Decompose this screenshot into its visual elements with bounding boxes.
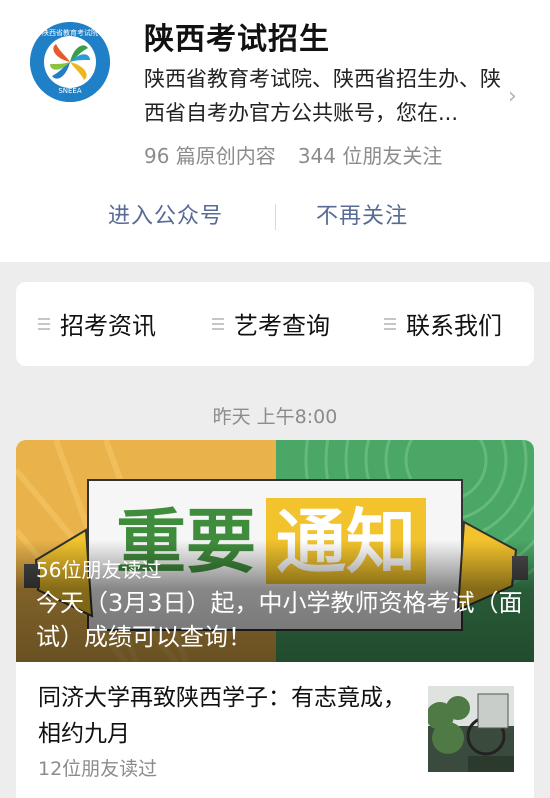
original-count: 96 篇原创内容 [144, 144, 276, 168]
menu-item-admissions-news[interactable]: 招考资讯 [38, 306, 156, 341]
menu-icon [38, 315, 50, 333]
unfollow-button[interactable]: 不再关注 [316, 198, 408, 230]
feed-date: 昨天 上午8:00 [212, 406, 338, 428]
second-article-reads: 12位朋友读过 [38, 758, 158, 780]
menu-item-label: 招考资讯 [60, 312, 156, 340]
follower-count: 344 位朋友关注 [297, 144, 443, 168]
logo-text-top: 陕西省教育考试院 [42, 28, 98, 37]
account-actions: 进入公众号 不再关注 [0, 192, 550, 238]
account-profile-card[interactable]: SNEEA 陕西省教育考试院 陕西考试招生 陕西省教育考试院、陕西省招生办、陕西… [0, 0, 550, 262]
main-article-title[interactable]: 今天（3月3日）起，中小学教师资格考试（面试）成绩可以查询！ [36, 586, 526, 654]
account-menu-bar: 招考资讯 艺考查询 联系我们 [16, 282, 534, 366]
article-card: 重要 通知 56位朋友读过 今天（3月3日）起，中小学教师资格考试（面试）成绩可… [16, 440, 534, 798]
main-article-reads: 56位朋友读过 [36, 558, 162, 582]
menu-icon [384, 315, 396, 333]
divider [275, 204, 276, 230]
account-name: 陕西考试招生 [144, 22, 330, 57]
menu-icon [212, 315, 224, 333]
second-article-thumbnail[interactable] [428, 686, 514, 772]
account-description: 陕西省教育考试院、陕西省招生办、陕西省自考办官方公共账号，您在... [144, 67, 501, 125]
main-article-cover[interactable]: 重要 通知 56位朋友读过 今天（3月3日）起，中小学教师资格考试（面试）成绩可… [16, 440, 534, 662]
menu-item-label: 联系我们 [406, 312, 502, 340]
menu-item-art-exam-query[interactable]: 艺考查询 [212, 306, 330, 341]
menu-item-label: 艺考查询 [234, 312, 330, 340]
logo-text-bottom: SNEEA [58, 87, 82, 95]
second-article-title[interactable]: 同济大学再致陕西学子：有志竟成，相约九月 [38, 680, 408, 752]
menu-item-contact-us[interactable]: 联系我们 [384, 306, 502, 341]
enter-account-button[interactable]: 进入公众号 [108, 198, 223, 230]
chevron-right-icon[interactable]: › [508, 84, 517, 109]
account-logo: SNEEA 陕西省教育考试院 [30, 22, 110, 102]
account-stats: 96 篇原创内容 344 位朋友关注 [144, 140, 442, 169]
